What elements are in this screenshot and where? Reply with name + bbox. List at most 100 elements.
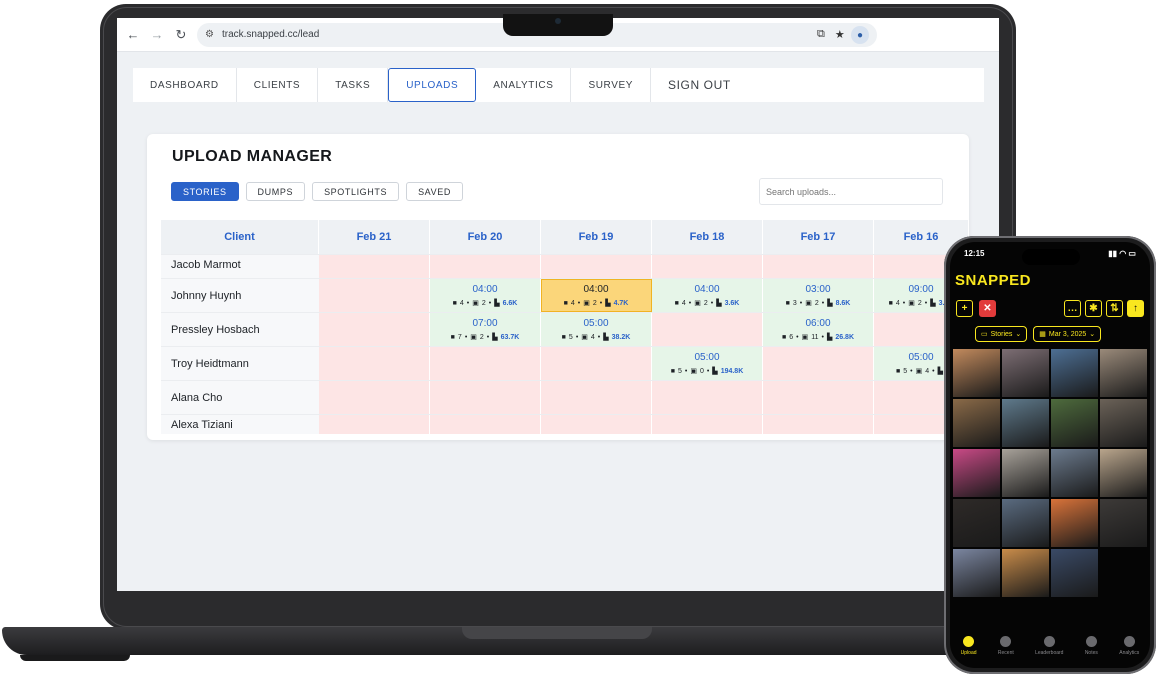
empty-day-cell[interactable]	[763, 347, 874, 380]
chevron-down-icon: ⌄	[1015, 331, 1022, 338]
type-select[interactable]: ▭ Stories ⌄	[975, 326, 1028, 342]
filter-spotlights[interactable]: SPOTLIGHTS	[312, 182, 400, 201]
empty-day-cell[interactable]	[430, 347, 541, 380]
empty-day-cell[interactable]	[763, 255, 874, 278]
nav-analytics[interactable]: ANALYTICS	[476, 68, 572, 102]
client-name[interactable]: Alexa Tiziani	[161, 415, 319, 434]
photo-thumbnail[interactable]	[953, 349, 1000, 397]
upload-stats: ■ 3 • ▣ 2 • ▙ 8.6K	[786, 299, 851, 308]
photo-thumbnail[interactable]	[953, 399, 1000, 447]
tab-label: Recent	[997, 650, 1014, 656]
views-chart-icon: ▙	[494, 300, 500, 307]
empty-day-cell[interactable]	[652, 255, 763, 278]
empty-day-cell[interactable]	[541, 415, 652, 434]
photo-thumbnail[interactable]	[1051, 399, 1098, 447]
separator-dot: •	[488, 299, 492, 307]
client-name[interactable]: Troy Heidtmann	[161, 347, 319, 380]
empty-day-cell[interactable]	[652, 313, 763, 346]
photo-thumbnail[interactable]	[1051, 349, 1098, 397]
photo-icon: ▣	[581, 334, 588, 341]
empty-day-cell[interactable]	[763, 415, 874, 434]
tab-analytics[interactable]: Analytics	[1119, 636, 1139, 656]
empty-day-cell[interactable]	[541, 255, 652, 278]
photo-thumbnail[interactable]	[1002, 349, 1049, 397]
photo-thumbnail[interactable]	[953, 549, 1000, 597]
empty-day-cell[interactable]	[430, 381, 541, 414]
photo-thumbnail[interactable]	[953, 449, 1000, 497]
back-icon[interactable]: ←	[121, 23, 145, 47]
upload-cell[interactable]: 05:00 ■ 5 • ▣ 0 • ▙ 194.8K	[652, 347, 763, 380]
nav-tasks[interactable]: TASKS	[318, 68, 389, 102]
photo-thumbnail[interactable]	[1002, 399, 1049, 447]
views-chart-icon: ▙	[716, 300, 722, 307]
empty-day-cell[interactable]	[430, 255, 541, 278]
photo-thumbnail[interactable]	[1100, 349, 1147, 397]
empty-day-cell[interactable]	[319, 415, 430, 434]
upload-cell[interactable]: 05:00 ■ 5 • ▣ 4 • ▙ 38.2K	[541, 313, 652, 346]
upload-cell[interactable]: 07:00 ■ 7 • ▣ 2 • ▙ 63.7K	[430, 313, 541, 346]
photo-thumbnail[interactable]	[1100, 399, 1147, 447]
empty-day-cell[interactable]	[319, 313, 430, 346]
nav-survey[interactable]: SURVEY	[571, 68, 652, 102]
gear-icon[interactable]: ✱	[1085, 300, 1102, 317]
reload-icon[interactable]: ↻	[169, 23, 193, 47]
sign-out-link[interactable]: SIGN OUT	[651, 68, 748, 102]
empty-day-cell[interactable]	[541, 347, 652, 380]
empty-day-cell[interactable]	[430, 415, 541, 434]
status-time: 12:15	[964, 249, 985, 258]
photo-thumbnail[interactable]	[1051, 449, 1098, 497]
bookmark-star-icon[interactable]: ★	[835, 28, 845, 41]
client-name[interactable]: Pressley Hosbach	[161, 313, 319, 346]
upload-manager-card: UPLOAD MANAGER STORIES DUMPS SPOTLIGHTS …	[147, 134, 969, 440]
upload-cell[interactable]: 04:00 ■ 4 • ▣ 2 • ▙ 3.6K	[652, 279, 763, 312]
empty-day-cell[interactable]	[319, 381, 430, 414]
empty-day-cell[interactable]	[319, 255, 430, 278]
client-name[interactable]: Alana Cho	[161, 381, 319, 414]
empty-day-cell[interactable]	[652, 415, 763, 434]
upload-cell[interactable]: 03:00 ■ 3 • ▣ 2 • ▙ 8.6K	[763, 279, 874, 312]
upload-cell[interactable]: 06:00 ■ 6 • ▣ 11 • ▙ 26.8K	[763, 313, 874, 346]
nav-uploads[interactable]: UPLOADS	[388, 68, 477, 102]
photo-thumbnail[interactable]	[953, 499, 1000, 547]
upload-cell[interactable]: 04:00 ■ 4 • ▣ 2 • ▙ 4.7K	[541, 279, 652, 312]
search-input[interactable]	[759, 178, 943, 205]
client-name[interactable]: Johnny Huynh	[161, 279, 319, 312]
install-icon[interactable]: ⧉	[817, 28, 825, 41]
forward-icon[interactable]: →	[145, 23, 169, 47]
add-icon[interactable]: +	[956, 300, 973, 317]
tab-leaderboard[interactable]: Leaderboard	[1035, 636, 1063, 656]
filter-dumps[interactable]: DUMPS	[245, 182, 306, 201]
empty-day-cell[interactable]	[763, 381, 874, 414]
date-select-value: Mar 3, 2025	[1048, 330, 1087, 338]
tab-recent[interactable]: Recent	[998, 636, 1014, 656]
empty-day-cell[interactable]	[652, 381, 763, 414]
site-settings-icon[interactable]: ⚙	[205, 29, 214, 40]
photo-thumbnail[interactable]	[1002, 449, 1049, 497]
upload-cell[interactable]: 04:00 ■ 4 • ▣ 2 • ▙ 6.6K	[430, 279, 541, 312]
empty-day-cell[interactable]	[319, 347, 430, 380]
main-nav: DASHBOARD CLIENTS TASKS UPLOADS ANALYTIC…	[133, 68, 984, 102]
photo-thumbnail[interactable]	[1002, 549, 1049, 597]
empty-day-cell[interactable]	[541, 381, 652, 414]
laptop-screen: ← → ↻ ⚙ track.snapped.cc/lead ⧉ ★ ● DASH…	[117, 18, 999, 591]
photo-thumbnail[interactable]	[1002, 499, 1049, 547]
client-name[interactable]: Jacob Marmot	[161, 255, 319, 278]
photo-thumbnail[interactable]	[1051, 499, 1098, 547]
profile-avatar-icon[interactable]: ●	[851, 26, 869, 44]
sort-icon[interactable]: ⇅	[1106, 300, 1123, 317]
empty-day-cell[interactable]	[319, 279, 430, 312]
close-icon[interactable]: ✕	[979, 300, 996, 317]
filter-saved[interactable]: SAVED	[406, 182, 463, 201]
photo-thumbnail[interactable]	[1100, 449, 1147, 497]
date-select[interactable]: ▦ Mar 3, 2025 ⌄	[1033, 326, 1102, 342]
nav-dashboard[interactable]: DASHBOARD	[133, 68, 237, 102]
photo-thumbnail[interactable]	[1100, 499, 1147, 547]
filter-stories[interactable]: STORIES	[171, 182, 239, 201]
upload-icon[interactable]: ↑	[1127, 300, 1144, 317]
views-chart-icon: ▙	[827, 300, 833, 307]
tab-upload[interactable]: Upload	[961, 636, 977, 656]
nav-clients[interactable]: CLIENTS	[237, 68, 319, 102]
tab-notes[interactable]: Notes	[1085, 636, 1098, 656]
chat-icon[interactable]: …	[1064, 300, 1081, 317]
photo-thumbnail[interactable]	[1051, 549, 1098, 597]
